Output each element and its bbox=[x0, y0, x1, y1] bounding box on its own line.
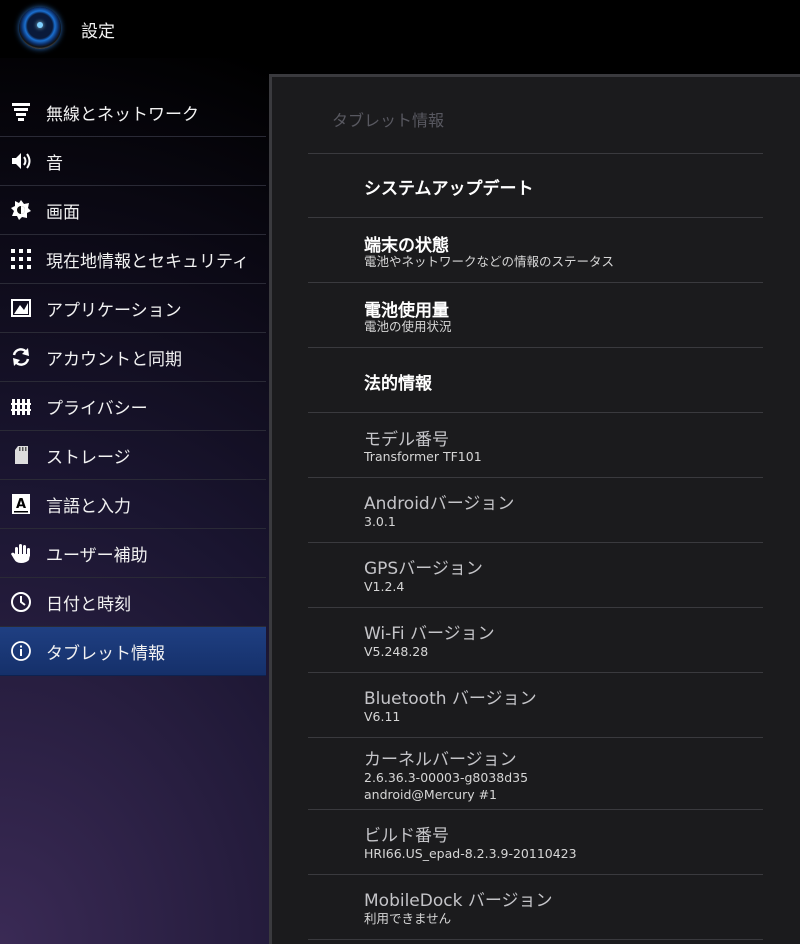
sidebar-item-label: ストレージ bbox=[46, 447, 131, 468]
app-title: 設定 bbox=[81, 22, 115, 42]
row-system-update[interactable]: システムアップデート bbox=[308, 154, 763, 218]
row-subtitle: 電池やネットワークなどの情報のステータス bbox=[364, 254, 615, 269]
sidebar-item-label: 画面 bbox=[46, 202, 80, 223]
sidebar-item-label: 無線とネットワーク bbox=[46, 104, 199, 125]
sd-card-icon bbox=[10, 444, 32, 466]
speaker-icon bbox=[10, 150, 32, 172]
sidebar-item-accounts-sync[interactable]: アカウントと同期 bbox=[0, 333, 266, 382]
row-title: MobileDock バージョン bbox=[364, 891, 553, 911]
svg-text:A: A bbox=[16, 497, 26, 512]
row-subtitle-2: android@Mercury #1 bbox=[364, 787, 498, 802]
sidebar-item-display[interactable]: 画面 bbox=[0, 186, 266, 235]
row-battery-usage[interactable]: 電池使用量 電池の使用状況 bbox=[308, 283, 763, 348]
sidebar-item-label: アプリケーション bbox=[46, 300, 182, 321]
row-subtitle: 2.6.36.3-00003-g8038d35 bbox=[364, 770, 529, 785]
row-title: ビルド番号 bbox=[364, 826, 449, 846]
settings-screen: 設定 無線とネットワーク 音 画面 現在地情報とセキュリティ アプリケーション … bbox=[0, 0, 800, 944]
row-subtitle: Transformer TF101 bbox=[364, 449, 482, 464]
sidebar-item-label: プライバシー bbox=[46, 398, 148, 419]
sidebar-item-language-input[interactable]: A 言語と入力 bbox=[0, 480, 266, 529]
sidebar-item-about-tablet[interactable]: タブレット情報 bbox=[0, 627, 266, 676]
sidebar-item-accessibility[interactable]: ユーザー補助 bbox=[0, 529, 266, 578]
row-gps-version: GPSバージョン V1.2.4 bbox=[308, 543, 763, 608]
row-subtitle: V6.11 bbox=[364, 709, 401, 724]
settings-sidebar: 無線とネットワーク 音 画面 現在地情報とセキュリティ アプリケーション アカウ… bbox=[0, 88, 266, 676]
sidebar-item-label: アカウントと同期 bbox=[46, 349, 182, 370]
row-bluetooth-version: Bluetooth バージョン V6.11 bbox=[308, 673, 763, 738]
row-android-version[interactable]: Androidバージョン 3.0.1 bbox=[308, 478, 763, 543]
sidebar-item-label: ユーザー補助 bbox=[46, 545, 148, 566]
brightness-icon bbox=[10, 199, 32, 221]
row-subtitle: HRI66.US_epad-8.2.3.9-20110423 bbox=[364, 846, 577, 861]
row-subtitle: V1.2.4 bbox=[364, 579, 405, 594]
privacy-fence-icon bbox=[10, 395, 32, 417]
about-tablet-panel: タブレット情報 システムアップデート 端末の状態 電池やネットワークなどの情報の… bbox=[269, 74, 800, 944]
action-bar: 設定 bbox=[0, 0, 800, 58]
sidebar-item-applications[interactable]: アプリケーション bbox=[0, 284, 266, 333]
row-title: Androidバージョン bbox=[364, 494, 515, 514]
wifi-signal-icon bbox=[10, 101, 32, 123]
row-kernel-version: カーネルバージョン 2.6.36.3-00003-g8038d35 androi… bbox=[308, 738, 763, 810]
sidebar-item-privacy[interactable]: プライバシー bbox=[0, 382, 266, 431]
sidebar-item-date-time[interactable]: 日付と時刻 bbox=[0, 578, 266, 627]
row-title: Bluetooth バージョン bbox=[364, 689, 537, 709]
panel-header: タブレット情報 bbox=[332, 111, 445, 130]
row-subtitle: 電池の使用状況 bbox=[364, 319, 452, 334]
settings-app-icon[interactable] bbox=[19, 7, 61, 49]
row-subtitle: 3.0.1 bbox=[364, 514, 396, 529]
sidebar-item-sound[interactable]: 音 bbox=[0, 137, 266, 186]
row-legal-info[interactable]: 法的情報 bbox=[308, 348, 763, 413]
row-build-number: ビルド番号 HRI66.US_epad-8.2.3.9-20110423 bbox=[308, 810, 763, 875]
sidebar-item-label: タブレット情報 bbox=[46, 643, 165, 664]
pattern-lock-icon bbox=[10, 248, 32, 270]
row-title: モデル番号 bbox=[364, 430, 449, 450]
sidebar-item-wireless-network[interactable]: 無線とネットワーク bbox=[0, 88, 266, 137]
sidebar-item-label: 現在地情報とセキュリティ bbox=[46, 251, 249, 272]
sync-icon bbox=[10, 346, 32, 368]
clock-icon bbox=[10, 591, 32, 613]
row-title: GPSバージョン bbox=[364, 559, 483, 579]
row-subtitle: V5.248.28 bbox=[364, 644, 429, 659]
info-icon bbox=[10, 640, 32, 662]
row-model-number: モデル番号 Transformer TF101 bbox=[308, 413, 763, 478]
language-keyboard-icon: A bbox=[10, 493, 32, 515]
row-wifi-version: Wi-Fi バージョン V5.248.28 bbox=[308, 608, 763, 673]
row-title: 法的情報 bbox=[364, 374, 432, 394]
hand-icon bbox=[10, 542, 32, 564]
sidebar-item-storage[interactable]: ストレージ bbox=[0, 431, 266, 480]
row-title: Wi-Fi バージョン bbox=[364, 624, 495, 644]
row-device-status[interactable]: 端末の状態 電池やネットワークなどの情報のステータス bbox=[308, 218, 763, 283]
row-title: システムアップデート bbox=[364, 179, 534, 199]
sidebar-item-label: 言語と入力 bbox=[46, 496, 131, 517]
row-title: カーネルバージョン bbox=[364, 750, 517, 770]
sidebar-item-label: 日付と時刻 bbox=[46, 594, 131, 615]
row-mobiledock-version: MobileDock バージョン 利用できません bbox=[308, 875, 763, 940]
about-list: システムアップデート 端末の状態 電池やネットワークなどの情報のステータス 電池… bbox=[308, 153, 763, 940]
sidebar-item-location-security[interactable]: 現在地情報とセキュリティ bbox=[0, 235, 266, 284]
sidebar-item-label: 音 bbox=[46, 153, 63, 174]
applications-icon bbox=[10, 297, 32, 319]
row-subtitle: 利用できません bbox=[364, 911, 452, 926]
